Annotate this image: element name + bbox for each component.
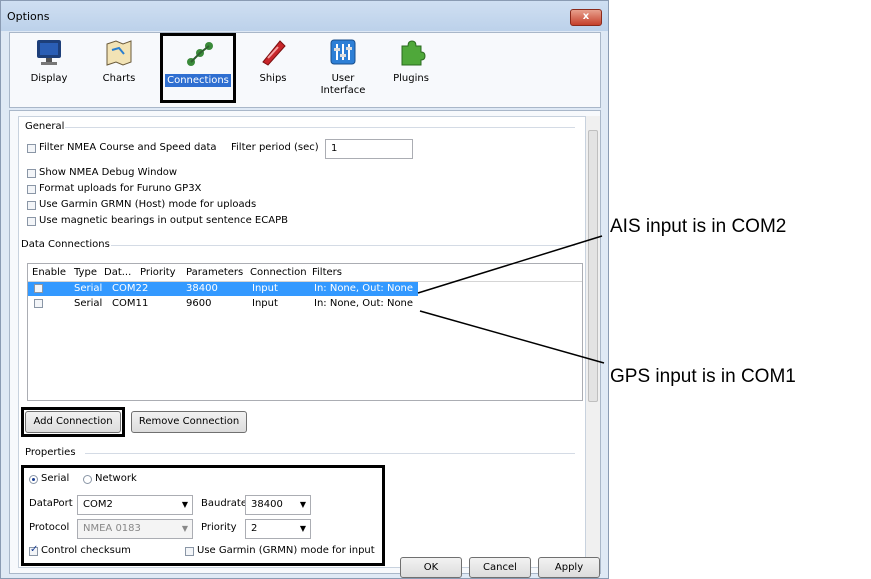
ais-annotation: AIS input is in COM2	[610, 216, 787, 237]
gps-annotation: GPS input is in COM1	[610, 366, 796, 387]
callout-lines	[417, 235, 605, 364]
ais-callout-line	[417, 235, 603, 294]
gps-callout-line	[419, 310, 605, 364]
